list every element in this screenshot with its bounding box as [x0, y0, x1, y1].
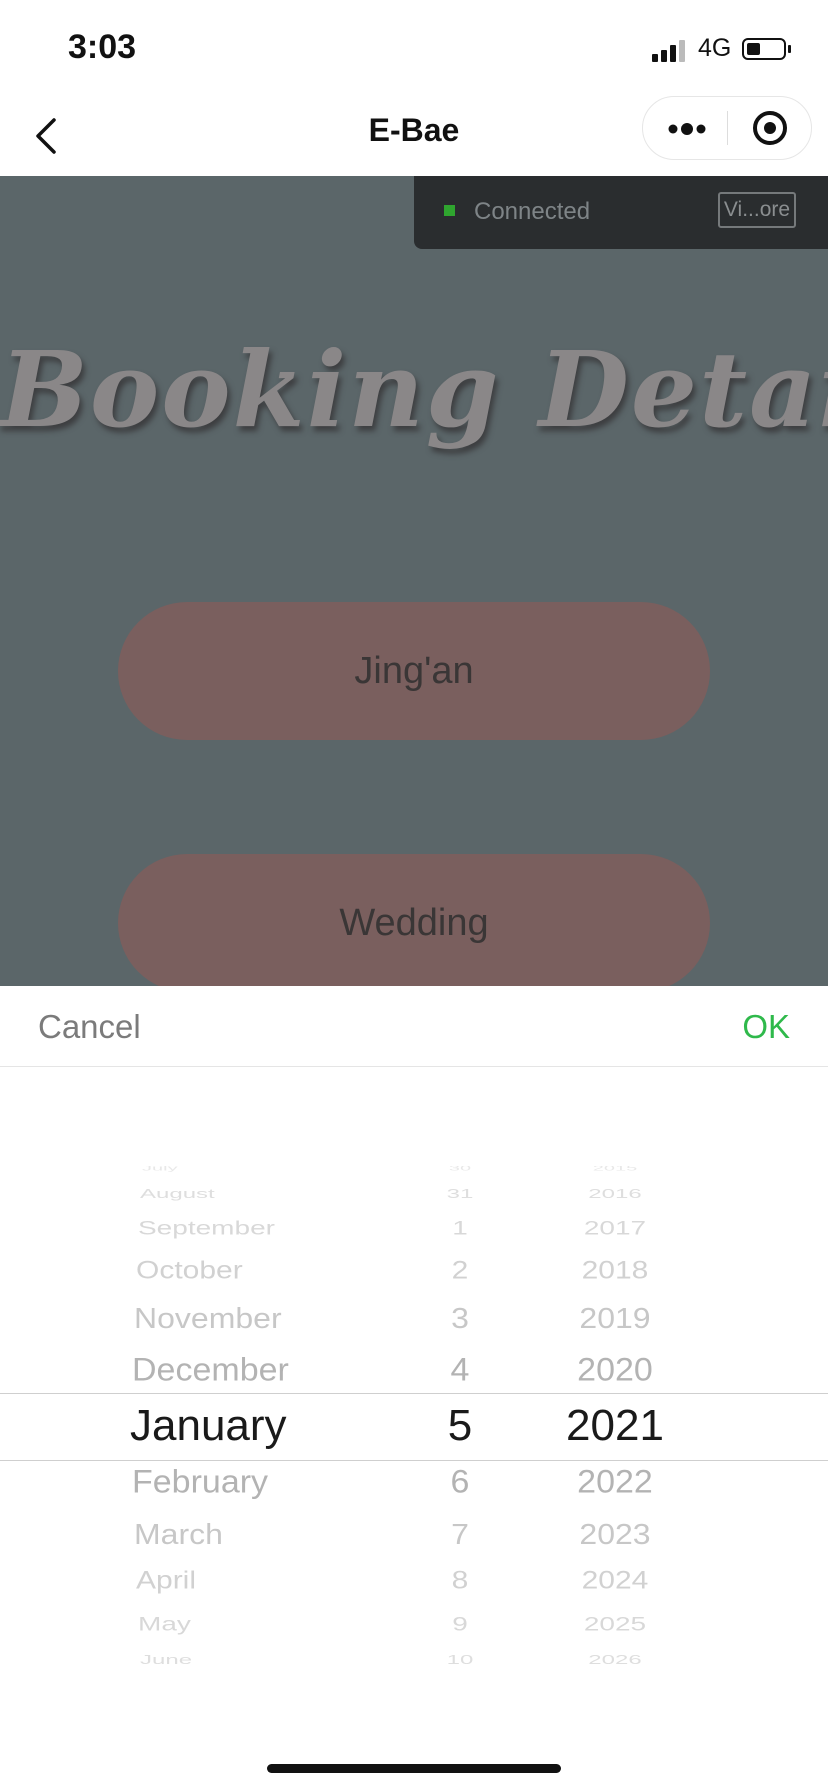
close-button[interactable]: [728, 97, 812, 159]
picker-header: Cancel OK: [0, 986, 828, 1067]
picker-option[interactable]: 2026: [540, 1652, 690, 1667]
picker-option[interactable]: February: [132, 1463, 268, 1500]
day-wheel[interactable]: 30311234567891011: [400, 1166, 520, 1676]
picker-option[interactable]: May: [138, 1613, 191, 1635]
signal-icon: [652, 40, 688, 62]
picker-option[interactable]: 1: [400, 1217, 520, 1239]
picker-option[interactable]: 30: [400, 1166, 520, 1173]
picker-option[interactable]: 2023: [540, 1518, 690, 1551]
picker-option[interactable]: 4: [400, 1351, 520, 1388]
picker-option-selected[interactable]: 5: [400, 1401, 520, 1451]
location-field[interactable]: Jing'an: [118, 602, 710, 740]
home-indicator: [267, 1764, 561, 1773]
picker-option[interactable]: October: [136, 1257, 243, 1285]
battery-tip: [788, 45, 791, 53]
mini-program-capsule: [642, 96, 812, 160]
picker-option[interactable]: 31: [400, 1186, 520, 1201]
picker-option[interactable]: March: [134, 1518, 223, 1551]
picker-option-selected[interactable]: January: [130, 1401, 287, 1451]
picker-option[interactable]: 2025: [540, 1613, 690, 1635]
picker-option[interactable]: 7: [400, 1518, 520, 1551]
picker-option[interactable]: 2: [400, 1257, 520, 1285]
picker-option[interactable]: June: [140, 1652, 192, 1667]
debug-status: Connected: [474, 198, 591, 225]
connected-indicator: [444, 205, 455, 216]
page-content: Connected Vi...ore Booking Details Jing'…: [0, 176, 828, 986]
picker-option[interactable]: 2017: [540, 1217, 690, 1239]
location-value: Jing'an: [354, 650, 474, 692]
month-wheel[interactable]: July August September October November Decemb…: [130, 1166, 380, 1676]
picker-option[interactable]: July: [142, 1166, 178, 1173]
network-type: 4G: [698, 34, 732, 62]
picker-option[interactable]: 2015: [540, 1166, 690, 1173]
cancel-button[interactable]: Cancel: [38, 1008, 141, 1046]
nav-bar: E-Bae: [0, 96, 828, 176]
picker-option[interactable]: 3: [400, 1302, 520, 1335]
year-wheel[interactable]: 2015 2016 2017 2018 2019 2020 2021 2022 2023 2024…: [540, 1166, 690, 1676]
hero-title: Booking Details: [0, 328, 828, 451]
picker-option[interactable]: August: [140, 1186, 215, 1201]
date-picker: Cancel OK July August September October Nove…: [0, 986, 828, 1792]
picker-option[interactable]: 2018: [540, 1257, 690, 1285]
battery-icon: [742, 38, 786, 60]
picker-option[interactable]: 9: [400, 1613, 520, 1635]
status-time: 3:03: [68, 28, 137, 66]
picker-option-selected[interactable]: 2021: [540, 1401, 690, 1451]
target-circle-icon: [753, 111, 787, 145]
more-button[interactable]: [643, 97, 727, 159]
ok-button[interactable]: OK: [742, 1008, 790, 1046]
picker-option[interactable]: 8: [400, 1567, 520, 1595]
picker-option[interactable]: November: [134, 1302, 282, 1335]
debug-bar: Connected Vi...ore: [414, 176, 828, 249]
more-dots-icon: [668, 123, 706, 135]
picker-option[interactable]: April: [136, 1567, 196, 1595]
picker-option[interactable]: September: [138, 1217, 275, 1239]
picker-option[interactable]: 2022: [540, 1463, 690, 1500]
picker-option[interactable]: 10: [400, 1652, 520, 1667]
picker-option[interactable]: December: [132, 1351, 289, 1388]
picker-option[interactable]: 2016: [540, 1186, 690, 1201]
event-value: Wedding: [339, 902, 489, 944]
event-field[interactable]: Wedding: [118, 854, 710, 986]
debug-view-more-button[interactable]: Vi...ore: [718, 192, 796, 228]
status-bar: 3:03 4G: [0, 0, 828, 96]
picker-option[interactable]: 2019: [540, 1302, 690, 1335]
picker-option[interactable]: 2020: [540, 1351, 690, 1388]
picker-option[interactable]: 2024: [540, 1567, 690, 1595]
picker-option[interactable]: 6: [400, 1463, 520, 1500]
